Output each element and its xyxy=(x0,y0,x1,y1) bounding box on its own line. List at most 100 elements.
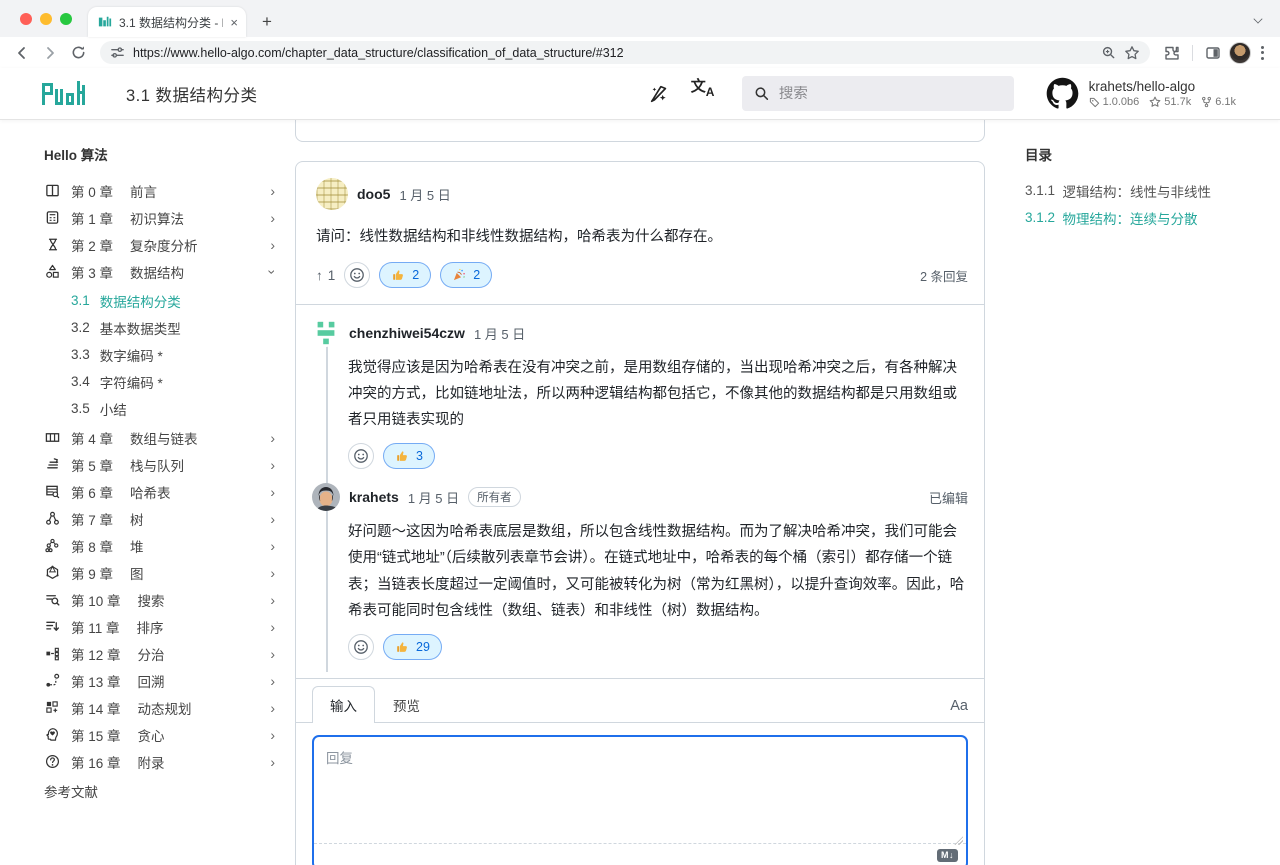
sidebar-item-chapter-3[interactable]: 第 3 章数据结构 › xyxy=(44,258,281,285)
github-repo-link[interactable]: krahets/hello-algo 1.0.0b6 51.7k 6.1k xyxy=(1046,77,1236,110)
sidebar-item-chapter-2[interactable]: 第 2 章复杂度分析 › xyxy=(44,231,281,258)
chapter-3-subsections: 3.1数据结构分类 3.2基本数据类型 3.3数字编码 * 3.4字符编码 * … xyxy=(44,287,281,422)
star-icon xyxy=(1149,96,1161,108)
close-window-button[interactable] xyxy=(20,13,32,25)
tab-preview[interactable]: 预览 xyxy=(375,686,438,723)
reply-textarea[interactable]: 回复 M↓ xyxy=(312,735,968,865)
sidebar-item-3-1[interactable]: 3.1数据结构分类 xyxy=(44,287,281,314)
extensions-icon[interactable] xyxy=(1160,41,1184,65)
repo-name[interactable]: krahets/hello-algo xyxy=(1089,79,1236,94)
toc-item-3-1-2[interactable]: 3.1.2 物理结构：连续与分散 xyxy=(1025,204,1280,231)
sidebar-item-chapter-0[interactable]: 第 0 章前言 › xyxy=(44,177,281,204)
sidebar-item-chapter-7[interactable]: 第 7 章树 › xyxy=(44,505,281,532)
url-text[interactable]: https://www.hello-algo.com/chapter_data_… xyxy=(133,46,1093,60)
comment-date[interactable]: 1 月 5 日 xyxy=(399,185,450,204)
backtrack-icon xyxy=(44,673,61,688)
sidebar-item-chapter-4[interactable]: 第 4 章数组与链表 › xyxy=(44,424,281,451)
sidebar-item-3-3[interactable]: 3.3数字编码 * xyxy=(44,341,281,368)
back-button[interactable] xyxy=(10,41,34,65)
tab-search-icon[interactable] xyxy=(1254,10,1266,22)
zoom-page-icon[interactable] xyxy=(1101,45,1116,60)
repo-forks: 6.1k xyxy=(1201,96,1236,108)
graph-icon xyxy=(44,565,61,580)
chevron-right-icon: › xyxy=(270,430,281,446)
reply-author[interactable]: chenzhiwei54czw xyxy=(349,325,465,341)
edited-label: 已编辑 xyxy=(929,488,968,507)
reply-date[interactable]: 1 月 5 日 xyxy=(474,324,525,343)
previous-comment-partial xyxy=(295,120,985,142)
reply-placeholder: 回复 xyxy=(326,751,353,766)
search-input[interactable] xyxy=(779,86,1002,102)
reply-author[interactable]: krahets xyxy=(349,489,399,505)
reaction-pill-thumbs-up[interactable]: 29 xyxy=(383,634,442,660)
add-reaction-button[interactable] xyxy=(344,262,370,288)
search-box[interactable] xyxy=(742,76,1014,111)
add-reaction-button[interactable] xyxy=(348,634,374,660)
sidebar-item-references[interactable]: 参考文献 xyxy=(44,777,281,804)
sidebar-item-chapter-5[interactable]: 第 5 章栈与队列 › xyxy=(44,451,281,478)
hourglass-icon xyxy=(44,237,61,252)
avatar[interactable] xyxy=(316,178,348,210)
calculator-icon xyxy=(44,210,61,225)
sort-icon xyxy=(44,619,61,634)
reaction-pill-party[interactable]: 2 xyxy=(440,262,492,288)
theme-toggle-icon[interactable] xyxy=(644,79,674,109)
browser-tab[interactable]: 3.1 数据结构分类 - Hello 算法 × xyxy=(88,7,246,37)
site-settings-icon[interactable] xyxy=(110,45,125,60)
browser-window: 3.1 数据结构分类 - Hello 算法 × + https://www.he… xyxy=(0,0,1280,865)
text-format-icon[interactable]: Aa xyxy=(950,698,968,722)
sidebar-item-chapter-14[interactable]: 第 14 章动态规划 › xyxy=(44,694,281,721)
browser-profile-avatar[interactable] xyxy=(1229,42,1251,64)
repo-stars: 51.7k xyxy=(1149,96,1191,108)
maximize-window-button[interactable] xyxy=(60,13,72,25)
translate-icon[interactable]: 文A xyxy=(688,79,718,109)
reply-item: krahets 1 月 5 日 所有者 已编辑 好问题～这因为哈希表底层是数组，… xyxy=(312,483,968,659)
sidebar-item-3-5[interactable]: 3.5小结 xyxy=(44,395,281,422)
forward-button[interactable] xyxy=(38,41,62,65)
sidebar-item-chapter-8[interactable]: 第 8 章堆 › xyxy=(44,532,281,559)
sidebar-item-chapter-15[interactable]: 第 15 章贪心 › xyxy=(44,721,281,748)
sidebar-item-chapter-11[interactable]: 第 11 章排序 › xyxy=(44,613,281,640)
replies-list: chenzhiwei54czw 1 月 5 日 我觉得应该是因为哈希表在没有冲突… xyxy=(296,305,984,678)
sidebar-item-chapter-9[interactable]: 第 9 章图 › xyxy=(44,559,281,586)
reply-date[interactable]: 1 月 5 日 xyxy=(408,488,459,507)
browser-menu-icon[interactable] xyxy=(1255,42,1270,64)
upvote-button[interactable]: ↑1 xyxy=(316,268,335,283)
owner-badge: 所有者 xyxy=(468,487,521,507)
minimize-window-button[interactable] xyxy=(40,13,52,25)
side-panel-icon[interactable] xyxy=(1201,41,1225,65)
tab-close-icon[interactable]: × xyxy=(230,15,238,30)
address-bar[interactable]: https://www.hello-algo.com/chapter_data_… xyxy=(100,41,1150,64)
reaction-pill-thumbs-up[interactable]: 3 xyxy=(383,443,435,469)
site-logo[interactable] xyxy=(42,81,88,107)
up-arrow-icon: ↑ xyxy=(316,268,323,283)
sidebar-item-chapter-10[interactable]: 第 10 章搜索 › xyxy=(44,586,281,613)
chevron-right-icon: › xyxy=(270,183,281,199)
chevron-right-icon: › xyxy=(270,210,281,226)
add-reaction-button[interactable] xyxy=(348,443,374,469)
sidebar-item-chapter-6[interactable]: 第 6 章哈希表 › xyxy=(44,478,281,505)
sidebar-item-3-2[interactable]: 3.2基本数据类型 xyxy=(44,314,281,341)
sidebar-item-3-4[interactable]: 3.4字符编码 * xyxy=(44,368,281,395)
array-icon xyxy=(44,430,61,445)
resize-handle[interactable] xyxy=(954,836,963,845)
reload-button[interactable] xyxy=(66,41,90,65)
reaction-pill-thumbs-up[interactable]: 2 xyxy=(379,262,431,288)
sidebar-item-chapter-1[interactable]: 第 1 章初识算法 › xyxy=(44,204,281,231)
toc-item-3-1-1[interactable]: 3.1.1 逻辑结构：线性与非线性 xyxy=(1025,177,1280,204)
tab-write[interactable]: 输入 xyxy=(312,686,375,723)
thumbs-up-icon xyxy=(391,268,405,282)
new-tab-button[interactable]: + xyxy=(254,9,280,35)
sidebar-item-chapter-16[interactable]: 第 16 章附录 › xyxy=(44,748,281,775)
markdown-icon[interactable]: M↓ xyxy=(937,849,958,862)
avatar[interactable] xyxy=(312,483,340,511)
site-header: 3.1 数据结构分类 文A krahets/hello-algo 1.0.0b6 xyxy=(0,68,1280,120)
sidebar-item-chapter-12[interactable]: 第 12 章分治 › xyxy=(44,640,281,667)
avatar[interactable] xyxy=(312,319,340,347)
comment-footer: ↑1 2 2 2 条回复 xyxy=(296,250,984,304)
bookmark-star-icon[interactable] xyxy=(1124,45,1140,61)
comment-author[interactable]: doo5 xyxy=(357,186,390,202)
tab-title: 3.1 数据结构分类 - Hello 算法 xyxy=(119,14,223,31)
tab-strip: 3.1 数据结构分类 - Hello 算法 × + xyxy=(0,0,1280,37)
sidebar-item-chapter-13[interactable]: 第 13 章回溯 › xyxy=(44,667,281,694)
